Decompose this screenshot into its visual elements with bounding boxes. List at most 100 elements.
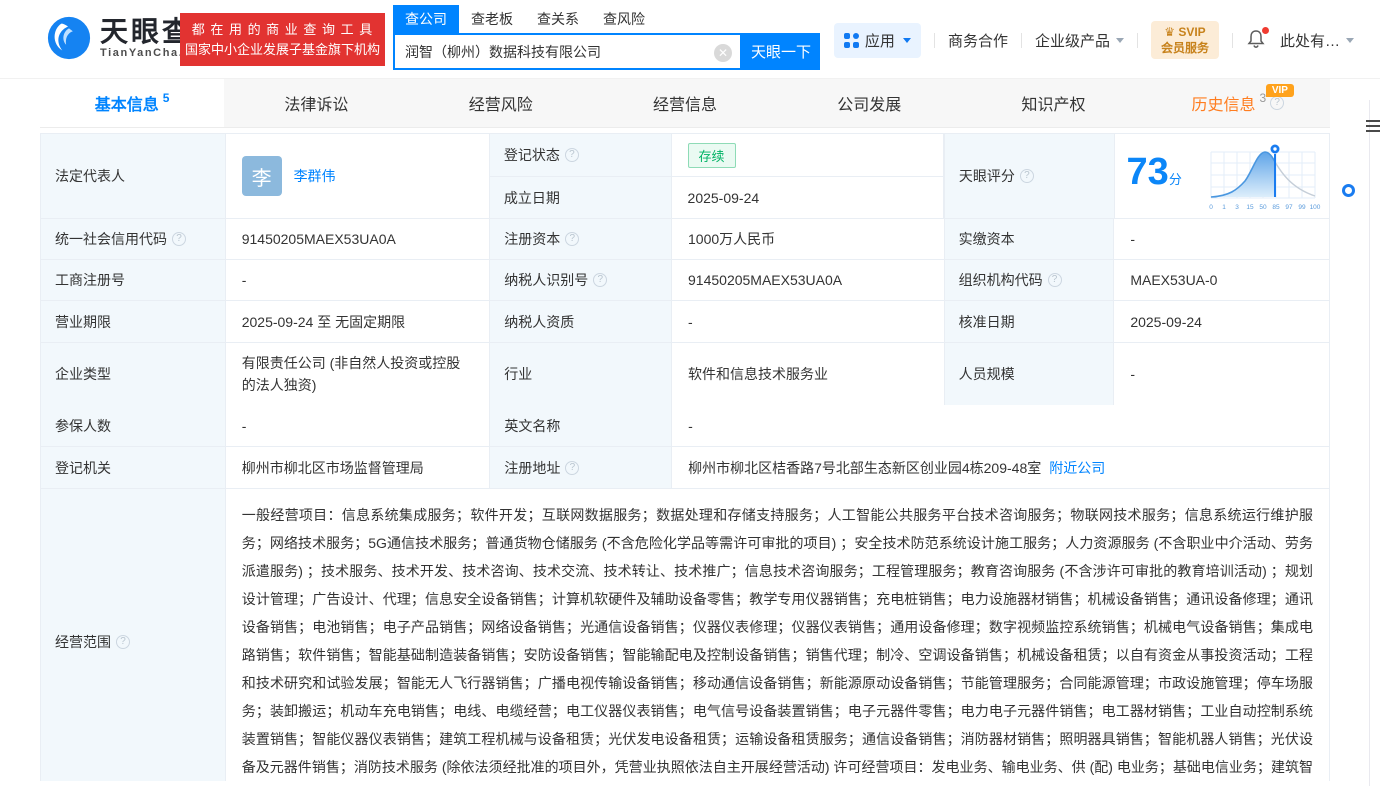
help-icon[interactable] bbox=[116, 635, 130, 649]
field-value-taxpayer-id: 91450205MAEX53UA0A bbox=[672, 260, 945, 300]
table-row: 登记机关 柳州市柳北区市场监督管理局 注册地址 柳州市柳北区桔香路7号北部生态新… bbox=[41, 446, 1329, 488]
caret-down-icon bbox=[1116, 38, 1124, 43]
search-tab-relation[interactable]: 查关系 bbox=[525, 5, 591, 33]
legal-rep-avatar[interactable]: 李 bbox=[242, 156, 282, 196]
field-value-reg-status: 存续 bbox=[672, 134, 944, 176]
caret-down-icon bbox=[903, 38, 911, 43]
field-value-credit-code: 91450205MAEX53UA0A bbox=[226, 219, 491, 259]
nav-enterprise-products[interactable]: 企业级产品 bbox=[1035, 30, 1124, 51]
field-label-org-code: 组织机构代码 bbox=[945, 260, 1115, 300]
field-label-taxpayer-id: 纳税人识别号 bbox=[490, 260, 672, 300]
field-value-english-name: - bbox=[672, 405, 1329, 446]
svg-text:0: 0 bbox=[1209, 204, 1213, 211]
search-box: ✕ bbox=[393, 33, 742, 70]
status-badge: 存续 bbox=[688, 143, 736, 168]
svip-line1: ♛ SVIP bbox=[1161, 24, 1209, 40]
search-tab-company[interactable]: 查公司 bbox=[393, 5, 459, 33]
help-icon[interactable] bbox=[593, 273, 607, 287]
field-label-score: 天眼评分 bbox=[945, 134, 1115, 218]
field-value-business-scope: 一般经营项目：信息系统集成服务；软件开发；互联网数据服务；数据处理和存储支持服务… bbox=[226, 489, 1329, 781]
notification-dot bbox=[1262, 27, 1269, 34]
caret-down-icon bbox=[1346, 38, 1354, 43]
tab-basic-info[interactable]: 基本信息 5 bbox=[40, 79, 224, 127]
notifications-bell-icon[interactable] bbox=[1246, 29, 1268, 51]
edge-anchor-dot bbox=[1342, 184, 1355, 197]
tab-history-info[interactable]: VIP 历史信息 3 bbox=[1146, 79, 1330, 127]
field-label-reg-capital: 注册资本 bbox=[490, 219, 672, 259]
svg-text:1: 1 bbox=[1222, 204, 1226, 211]
legal-rep-name-link[interactable]: 李群伟 bbox=[294, 166, 336, 186]
divider bbox=[1232, 33, 1233, 48]
slogan-line2: 国家中小企业发展子基金旗下机构 bbox=[185, 40, 380, 60]
table-row: 工商注册号 - 纳税人识别号 91450205MAEX53UA0A 组织机构代码… bbox=[41, 259, 1329, 300]
table-row: 成立日期 2025-09-24 bbox=[490, 176, 944, 218]
table-row: 统一社会信用代码 91450205MAEX53UA0A 注册资本 1000万人民… bbox=[41, 218, 1329, 259]
tab-company-development[interactable]: 公司发展 bbox=[777, 79, 961, 127]
field-label-biz-term: 营业期限 bbox=[41, 301, 226, 342]
search-tab-risk[interactable]: 查风险 bbox=[591, 5, 657, 33]
nav-user-menu[interactable]: 此处有… bbox=[1280, 30, 1354, 51]
field-label-approval-date: 核准日期 bbox=[945, 301, 1115, 342]
svg-text:97: 97 bbox=[1285, 204, 1293, 211]
tianyancha-logo-icon bbox=[46, 15, 92, 61]
field-value-reg-address: 柳州市柳北区桔香路7号北部生态新区创业园4栋209-48室 附近公司 bbox=[672, 447, 1329, 488]
field-label-biz-reg-no: 工商注册号 bbox=[41, 260, 226, 300]
help-icon[interactable] bbox=[172, 232, 186, 246]
field-label-legal-rep: 法定代表人 bbox=[41, 134, 226, 218]
help-icon[interactable] bbox=[565, 461, 579, 475]
field-value-score: 73分 0 1 bbox=[1115, 134, 1329, 218]
tab-legal-litigation[interactable]: 法律诉讼 bbox=[224, 79, 408, 127]
help-icon[interactable] bbox=[565, 148, 579, 162]
search-input[interactable] bbox=[395, 35, 740, 68]
clear-search-icon[interactable]: ✕ bbox=[714, 44, 732, 62]
field-value-legal-rep: 李 李群伟 bbox=[226, 134, 490, 218]
search-tabs: 查公司 查老板 查关系 查风险 bbox=[393, 6, 820, 33]
divider bbox=[1137, 33, 1138, 48]
nav-apps[interactable]: 应用 bbox=[834, 23, 921, 58]
edge-menu-icon[interactable] bbox=[1366, 117, 1380, 135]
nearby-companies-link[interactable]: 附近公司 bbox=[1049, 458, 1105, 478]
table-row: 经营范围 一般经营项目：信息系统集成服务；软件开发；互联网数据服务；数据处理和存… bbox=[41, 488, 1329, 780]
help-icon[interactable] bbox=[1048, 273, 1062, 287]
svip-membership-badge[interactable]: ♛ SVIP 会员服务 bbox=[1151, 21, 1219, 59]
field-value-est-date: 2025-09-24 bbox=[672, 177, 944, 218]
search-button[interactable]: 天眼一下 bbox=[742, 33, 820, 70]
tab-history-count: 3 bbox=[1259, 91, 1266, 105]
help-icon[interactable] bbox=[565, 232, 579, 246]
field-label-staff-size: 人员规模 bbox=[945, 343, 1115, 405]
field-value-approval-date: 2025-09-24 bbox=[1114, 301, 1329, 342]
divider bbox=[1021, 33, 1022, 48]
field-label-english-name: 英文名称 bbox=[490, 405, 672, 446]
field-label-reg-status: 登记状态 bbox=[490, 134, 672, 176]
nav-business-cooperation[interactable]: 商务合作 bbox=[948, 30, 1008, 51]
field-label-industry: 行业 bbox=[490, 343, 672, 405]
help-icon[interactable] bbox=[1020, 169, 1034, 183]
slogan-line1: 都 在 用 的 商 业 查 询 工 具 bbox=[192, 20, 374, 40]
header-nav: 应用 商务合作 企业级产品 ♛ SVIP 会员服务 此处有… bbox=[834, 21, 1354, 59]
field-value-insured-count: - bbox=[226, 405, 491, 446]
svg-text:99: 99 bbox=[1298, 204, 1306, 211]
svg-text:85: 85 bbox=[1272, 204, 1280, 211]
field-label-reg-address: 注册地址 bbox=[490, 447, 672, 488]
tab-intellectual-property[interactable]: 知识产权 bbox=[961, 79, 1145, 127]
field-label-taxpayer-quality: 纳税人资质 bbox=[490, 301, 672, 342]
field-value-reg-authority: 柳州市柳北区市场监督管理局 bbox=[226, 447, 491, 488]
table-row: 法定代表人 李 李群伟 登记状态 存续 成立日期 2025-09-24 天眼评分… bbox=[41, 134, 1329, 218]
apps-grid-icon bbox=[844, 33, 859, 48]
field-value-org-code: MAEX53UA-0 bbox=[1114, 260, 1329, 300]
table-row: 营业期限 2025-09-24 至 无固定期限 纳税人资质 - 核准日期 202… bbox=[41, 300, 1329, 342]
search-tab-boss[interactable]: 查老板 bbox=[459, 5, 525, 33]
field-label-insured-count: 参保人数 bbox=[41, 405, 226, 446]
table-row: 企业类型 有限责任公司 (非自然人投资或控股的法人独资) 行业 软件和信息技术服… bbox=[41, 342, 1329, 404]
tab-operating-risk[interactable]: 经营风险 bbox=[409, 79, 593, 127]
table-row: 参保人数 - 英文名称 - bbox=[41, 404, 1329, 446]
svg-text:100: 100 bbox=[1310, 204, 1321, 211]
table-row: 登记状态 存续 bbox=[490, 134, 944, 176]
page-edge-divider bbox=[1369, 100, 1370, 786]
tab-basic-info-count: 5 bbox=[163, 91, 170, 105]
field-value-biz-reg-no: - bbox=[226, 260, 491, 300]
svg-text:50: 50 bbox=[1259, 204, 1267, 211]
help-icon[interactable] bbox=[1270, 96, 1284, 110]
svg-text:15: 15 bbox=[1246, 204, 1254, 211]
tab-operating-info[interactable]: 经营信息 bbox=[593, 79, 777, 127]
